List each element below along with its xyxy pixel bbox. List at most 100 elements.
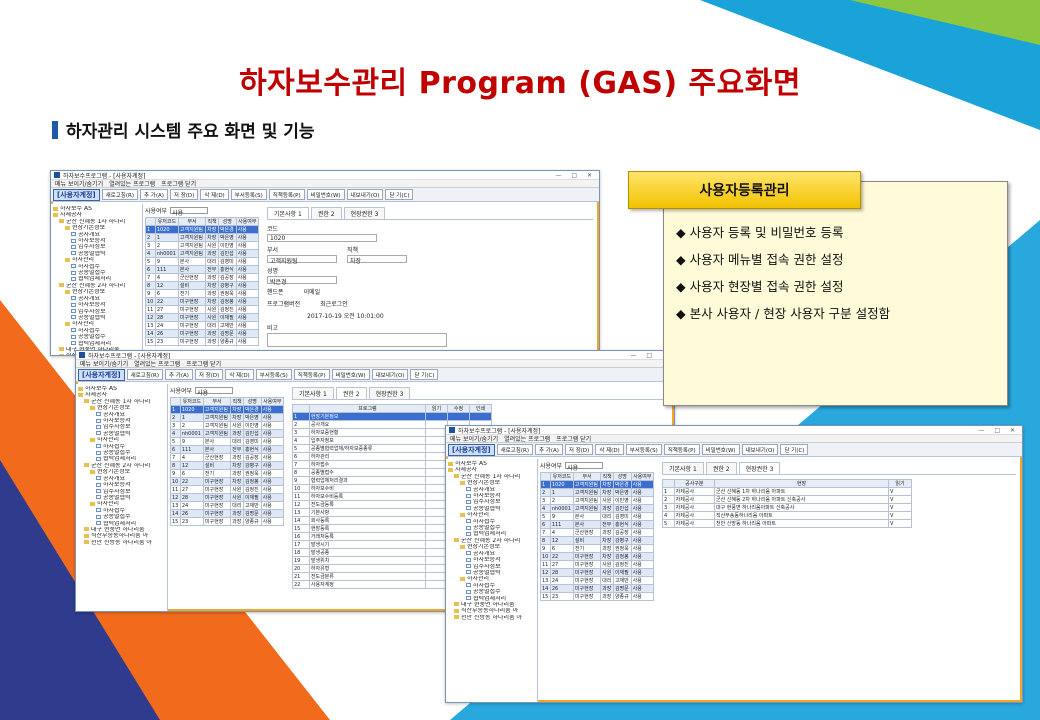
app-window-3[interactable]: 하자보수프로그램 - [사용자계정] — □ ✕ 메뉴 보이기/숨기기 열려있는 프로… — [445, 425, 1023, 703]
table-row[interactable]: 5 자체공사 천안 신방동 하나리움 아파트 V — [662, 519, 913, 528]
table-row[interactable]: 7 4 군산현장 과장 김공장 사용 — [540, 528, 655, 537]
column-header[interactable] — [145, 217, 156, 226]
column-header[interactable] — [170, 397, 181, 406]
column-header[interactable]: 사용여부 — [260, 397, 285, 406]
table-row[interactable]: 9 6 전기 과장 권정욱 사용 — [170, 469, 285, 478]
column-header[interactable]: 직책 — [230, 397, 244, 406]
column-header[interactable]: 부서 — [572, 472, 602, 481]
toolbar-button[interactable]: 직책등록(P) — [293, 369, 330, 380]
column-header[interactable]: 성명 — [242, 397, 262, 406]
table-row[interactable]: 6 111 본사 전무 홍현식 사용 — [540, 520, 655, 529]
table-row[interactable]: 15 23 미구현장 과장 양종규 사용 — [540, 592, 655, 601]
table-row[interactable]: 12 28 미구현장 사원 이재필 사용 — [145, 313, 260, 322]
table-row[interactable]: 3 2 고객지원팀 사원 이민영 사용 — [540, 496, 655, 505]
toolbar-button[interactable]: 내보내기(O) — [741, 444, 779, 455]
name-field[interactable]: 박은경 — [267, 276, 337, 286]
tab[interactable]: 기본사항 1 — [292, 387, 334, 399]
tab[interactable]: 현장권한 3 — [368, 387, 411, 399]
table-row[interactable]: 9 6 전기 과장 권정욱 사용 — [145, 289, 260, 298]
menu-item[interactable]: 열려있는 프로그램 — [504, 434, 550, 443]
menu-item[interactable]: 메뉴 보이기/숨기기 — [450, 434, 498, 443]
toolbar-button[interactable]: 직책등록(P) — [268, 189, 305, 200]
toolbar-button[interactable]: 저 장(D) — [169, 189, 199, 200]
table-row[interactable]: 3 2 고객지원팀 사원 이민영 사용 — [145, 241, 260, 250]
toolbar-button[interactable]: 비밀번호(W) — [701, 444, 740, 455]
toolbar-button[interactable]: 비밀번호(W) — [306, 189, 345, 200]
table-row[interactable]: 8 12 설비 차장 강병구 사용 — [170, 461, 285, 470]
table-row[interactable]: 1 현장기본정보 — [292, 412, 493, 421]
pos-field[interactable]: 차장 — [347, 255, 407, 265]
table-row[interactable]: 7 4 군산현장 과장 김공장 사용 — [145, 273, 260, 282]
tree-node[interactable]: 천안 신방동 하나리움 아 — [78, 540, 165, 546]
column-header[interactable]: 유저코드 — [179, 397, 204, 406]
table-row[interactable]: 9 6 전기 과장 권정욱 사용 — [540, 544, 655, 553]
column-header[interactable]: 사용여부 — [630, 472, 655, 481]
toolbar-button[interactable]: 닫 기(C) — [780, 444, 809, 455]
memo-field[interactable] — [267, 333, 447, 347]
tab[interactable]: 현장권한 3 — [343, 207, 386, 219]
table-row[interactable]: 1 1020 고객지원팀 차장 박은경 사용 — [170, 405, 285, 414]
table-row[interactable]: 10 22 미구현장 차장 김정봉 사용 — [145, 297, 260, 306]
table-row[interactable]: 1 1020 고객지원팀 차장 박은경 사용 — [145, 225, 260, 234]
tab[interactable]: 권한 2 — [310, 207, 342, 219]
filter-select[interactable]: 사용 — [195, 387, 234, 397]
filter-select[interactable]: 사용 — [565, 462, 604, 472]
menu-item[interactable]: 열려있는 프로그램 — [134, 359, 180, 368]
login-field[interactable]: 2017-10-19 오전 10:01:00 — [267, 311, 447, 320]
table-row[interactable]: 3 2 고객지원팀 사원 이민영 사용 — [170, 421, 285, 430]
toolbar-button[interactable]: 새로고침(R) — [101, 189, 138, 200]
table-row[interactable]: 6 111 본사 전무 홍현식 사용 — [145, 265, 260, 274]
table-row[interactable]: 2 1 고객지원팀 차장 박은영 사용 — [145, 233, 260, 242]
filter-select[interactable]: 사용 — [170, 207, 209, 217]
column-header[interactable]: 사용여부 — [235, 217, 260, 226]
toolbar-button[interactable]: 삭 제(D) — [595, 444, 624, 455]
column-header[interactable]: 직책 — [600, 472, 614, 481]
table-row[interactable]: 1 자체공사 군산 신혜동 1차 하나리움 아파트 V — [662, 487, 913, 496]
column-header[interactable]: 직책 — [205, 217, 219, 226]
tab[interactable]: 현장권한 3 — [738, 462, 781, 474]
table-row[interactable]: 4 자체공사 직산부송동하나리움 아파트 V — [662, 511, 913, 520]
toolbar-button[interactable]: 닫 기(C) — [410, 369, 439, 380]
menu-item[interactable]: 메뉴 보이기/숨기기 — [80, 359, 128, 368]
table-row[interactable]: 13 24 미구현장 대리 고재만 사용 — [540, 576, 655, 585]
table-row[interactable]: 2 1 고객지원팀 차장 박은영 사용 — [170, 413, 285, 422]
toolbar-button[interactable]: 저 장(D) — [194, 369, 224, 380]
menu-item[interactable]: 프로그램 닫기 — [186, 359, 221, 368]
table-row[interactable]: 13 24 미구현장 대리 고재만 사용 — [145, 321, 260, 330]
toolbar-button[interactable]: 추 가(A) — [139, 189, 168, 200]
table-row[interactable]: 13 24 미구현장 대리 고재만 사용 — [170, 501, 285, 510]
table-row[interactable]: 5 9 본사 대리 김영미 사용 — [145, 257, 260, 266]
column-header[interactable]: 부서 — [177, 217, 207, 226]
toolbar-button[interactable]: 삭 제(D) — [225, 369, 254, 380]
table-row[interactable]: 2 1 고객지원팀 차장 박은영 사용 — [540, 488, 655, 497]
table-row[interactable]: 3 자체공사 대구 현풍면 하나리움아파트 신축공사 V — [662, 503, 913, 512]
column-header[interactable]: 성명 — [612, 472, 632, 481]
table-row[interactable]: 12 28 미구현장 사원 이재필 사용 — [170, 493, 285, 502]
app-window-1[interactable]: 하자보수프로그램 - [사용자계정] — □ ✕ 메뉴 보이기/숨기기 열려있는 프로… — [50, 170, 600, 356]
toolbar-button[interactable]: 비밀번호(W) — [331, 369, 370, 380]
table-row[interactable]: 4 nh0001 고객지원팀 과장 김민섭 사용 — [145, 249, 260, 258]
toolbar-button[interactable]: 부서등록(S) — [230, 189, 267, 200]
table-row[interactable]: 15 23 미구현장 과장 양종규 사용 — [145, 337, 260, 346]
tab[interactable]: 기본사항 1 — [662, 462, 704, 474]
toolbar-button[interactable]: 부서등록(S) — [625, 444, 662, 455]
column-header[interactable]: 부서 — [202, 397, 232, 406]
tab[interactable]: 권한 2 — [335, 387, 367, 399]
toolbar-button[interactable]: 닫 기(C) — [385, 189, 414, 200]
table-row[interactable]: 5 9 본사 대리 김영미 사용 — [170, 437, 285, 446]
toolbar-button[interactable]: 추 가(A) — [534, 444, 563, 455]
toolbar-button[interactable]: 내보내기(O) — [346, 189, 384, 200]
menu-item[interactable]: 프로그램 닫기 — [556, 434, 591, 443]
toolbar-button[interactable]: 새로고침(R) — [496, 444, 533, 455]
table-row[interactable]: 6 111 본사 전무 홍현식 사용 — [170, 445, 285, 454]
table-row[interactable]: 8 12 설비 차장 강병구 사용 — [540, 536, 655, 545]
table-row[interactable]: 15 23 미구현장 과장 양종규 사용 — [170, 517, 285, 526]
table-row[interactable]: 8 12 설비 차장 강병구 사용 — [145, 281, 260, 290]
toolbar-button[interactable]: 저 장(D) — [564, 444, 594, 455]
code-field[interactable]: 1020 — [267, 234, 377, 242]
toolbar-button[interactable]: 새로고침(R) — [126, 369, 163, 380]
table-row[interactable]: 4 nh0001 고객지원팀 과장 김민섭 사용 — [540, 504, 655, 513]
table-row[interactable]: 5 9 본사 대리 김영미 사용 — [540, 512, 655, 521]
window-controls[interactable]: — □ ✕ — [555, 172, 596, 179]
table-row[interactable]: 12 28 미구현장 사원 이재필 사용 — [540, 568, 655, 577]
